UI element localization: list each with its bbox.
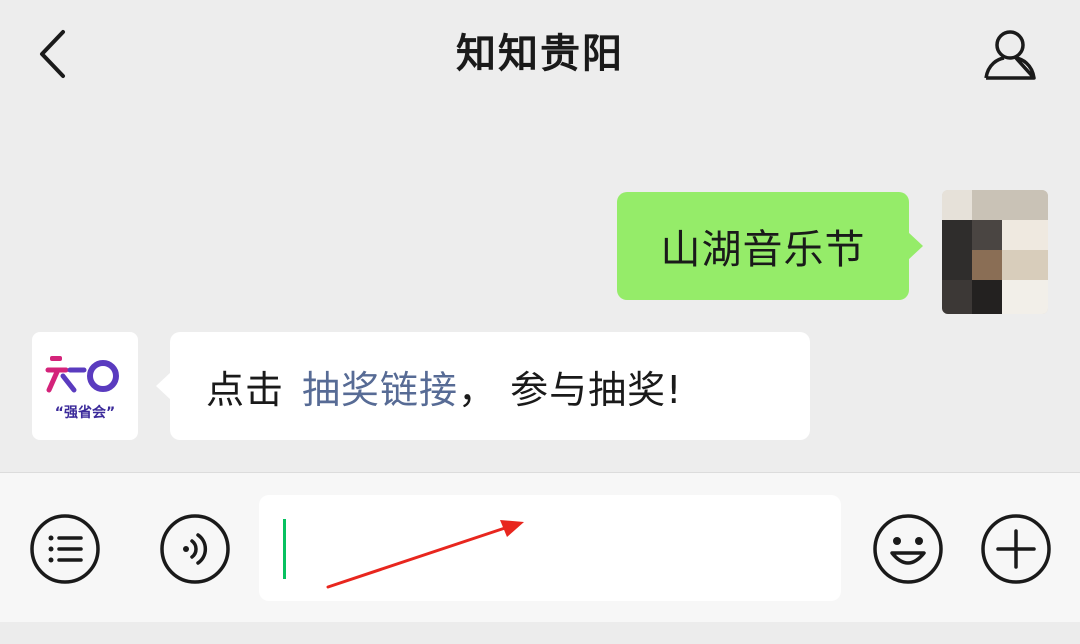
svg-text:“强省会”: “强省会” (55, 404, 115, 421)
person-icon (984, 30, 1036, 80)
plus-icon (981, 514, 1051, 584)
message-bubble[interactable]: 点击 抽奖链接 ， 参与抽奖! (156, 332, 810, 440)
lottery-link[interactable]: 抽奖链接 (302, 359, 458, 414)
voice-button[interactable] (159, 513, 231, 585)
avatar[interactable] (942, 190, 1048, 314)
chat-header: 知知贵阳 (0, 0, 1080, 110)
voice-icon (160, 514, 230, 584)
more-button[interactable] (980, 513, 1052, 585)
input-bar (0, 472, 1080, 623)
message-bubble[interactable]: 山湖音乐节 (617, 192, 923, 300)
text-cursor (283, 519, 286, 579)
sender-avatar[interactable]: “强省会” (32, 332, 138, 440)
emoji-button[interactable] (872, 513, 944, 585)
menu-list-icon (30, 514, 100, 584)
logo-icon: “强省会” (45, 356, 119, 421)
message-prefix: 点击 (206, 367, 285, 412)
smiley-icon (873, 514, 943, 584)
chat-info-button[interactable] (980, 24, 1040, 84)
chat-area[interactable]: 山湖音乐节 “强省会” 点击 抽奖链接 ， 参与抽奖! (0, 110, 1080, 472)
red-arrow-annotation (326, 520, 524, 589)
message-suffix: ， 参与抽奖! (458, 367, 683, 412)
message-text: 山湖音乐节 (660, 227, 866, 273)
menu-toggle-button[interactable] (29, 513, 101, 585)
page-title: 知知贵阳 (456, 31, 624, 77)
bottom-strip (0, 622, 1080, 644)
